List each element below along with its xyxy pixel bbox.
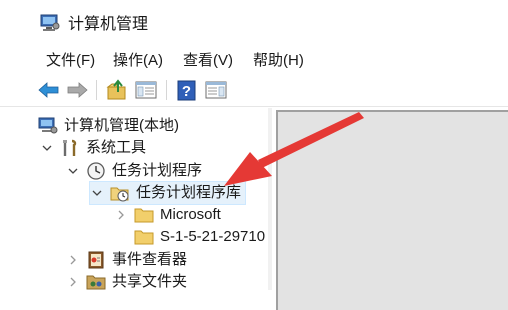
tools-icon	[60, 138, 80, 158]
folder-icon	[134, 205, 154, 225]
menu-view[interactable]: 查看(V)	[183, 50, 233, 72]
svg-text:?: ?	[182, 83, 191, 100]
toolbar-separator	[166, 80, 167, 100]
menu-action[interactable]: 操作(A)	[113, 50, 163, 72]
event-viewer-icon	[86, 250, 106, 270]
shared-folder-icon	[86, 272, 106, 292]
tree-item-label: 任务计划程序库	[136, 184, 242, 201]
tree-item-label: 计算机管理(本地)	[64, 117, 179, 134]
chevron-right-icon[interactable]	[66, 253, 80, 267]
tree-item-event-viewer[interactable]: 事件查看器	[66, 249, 187, 271]
up-folder-icon[interactable]	[104, 78, 130, 102]
tree-item-task-scheduler-library[interactable]: 任务计划程序库	[88, 181, 247, 205]
tree-item-label: 共享文件夹	[112, 273, 188, 290]
details-pane	[276, 110, 508, 310]
menu-file[interactable]: 文件(F)	[46, 50, 95, 72]
folder-clock-icon	[110, 183, 130, 203]
window-title: 计算机管理	[68, 16, 149, 33]
help-icon[interactable]: ?	[174, 78, 200, 102]
menu-help[interactable]: 帮助(H)	[253, 50, 304, 72]
computer-management-icon	[40, 14, 60, 32]
chevron-right-icon[interactable]	[66, 275, 80, 289]
chevron-right-icon[interactable]	[114, 208, 128, 222]
tree-item-microsoft[interactable]: Microsoft	[114, 204, 221, 226]
action-pane-icon[interactable]	[203, 78, 229, 102]
tree-item-label: S-1-5-21-29710	[160, 228, 266, 245]
tree-item-system-tools[interactable]: 系统工具	[40, 137, 146, 159]
chevron-down-icon[interactable]	[40, 141, 54, 155]
folder-icon	[134, 227, 154, 247]
tree-item-label: 系统工具	[86, 139, 147, 156]
tree-item-shared-folders[interactable]: 共享文件夹	[66, 271, 187, 293]
tree-item-computer-management[interactable]: 计算机管理(本地)	[38, 115, 179, 137]
tree-item-sid-folder[interactable]: S-1-5-21-29710	[134, 226, 265, 248]
chevron-down-icon[interactable]	[66, 164, 80, 178]
tree-item-label: 任务计划程序	[112, 162, 203, 179]
clock-icon	[86, 161, 106, 181]
computer-management-icon	[38, 116, 58, 136]
toolbar-divider	[0, 106, 508, 107]
toolbar: ?	[36, 76, 508, 104]
show-hide-tree-icon[interactable]	[133, 78, 159, 102]
forward-arrow-icon[interactable]	[64, 78, 90, 102]
tree-item-task-scheduler[interactable]: 任务计划程序	[66, 160, 202, 182]
navigation-tree: 计算机管理(本地) 系统工具 任务计划程序 任务计划程序库 Microsoft …	[0, 108, 272, 310]
chevron-down-icon[interactable]	[90, 186, 104, 200]
back-arrow-icon[interactable]	[36, 78, 62, 102]
tree-item-label: 事件查看器	[112, 251, 188, 268]
title-bar: 计算机管理	[0, 0, 508, 44]
tree-item-label: Microsoft	[160, 206, 221, 223]
toolbar-separator	[96, 80, 97, 100]
